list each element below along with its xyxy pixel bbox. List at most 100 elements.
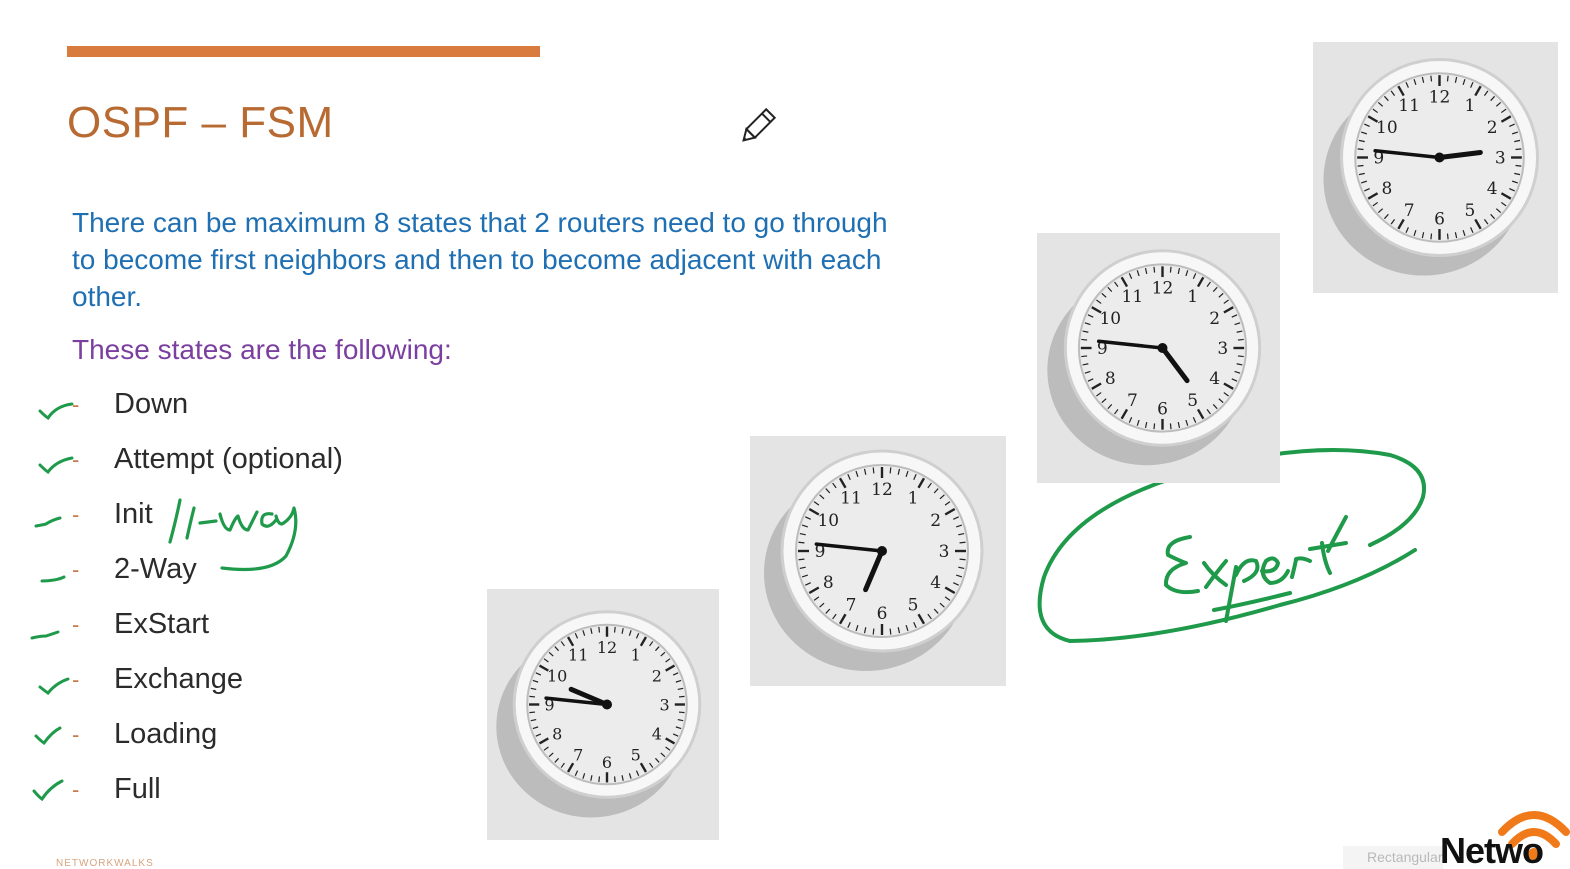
list-item: - ExStart [0, 600, 420, 650]
intro-text: There can be maximum 8 states that 2 rou… [72, 207, 888, 312]
state-label: Loading [114, 718, 218, 750]
clock-tick [678, 711, 685, 714]
tooltip: Rectangular [1343, 846, 1443, 869]
clock-numeral: 11 [840, 488, 862, 508]
clock-tick [1153, 423, 1156, 430]
clock-numeral: 10 [1376, 118, 1398, 138]
clock-tick [1237, 355, 1244, 358]
clock-photo-4: 12 1 2 3 4 5 6 7 8 9 10 11 [1313, 42, 1558, 293]
clock-numeral: 6 [1434, 209, 1445, 229]
clock-numeral: 7 [846, 596, 857, 616]
clock-numeral: 12 [871, 480, 893, 500]
clock-numeral: 10 [1099, 309, 1121, 329]
bullet-dash: - [72, 722, 80, 747]
clock-photo-1: 12 1 2 3 4 5 6 7 8 9 10 11 [487, 589, 719, 840]
clock-pin [877, 546, 887, 556]
clock-numeral: 1 [631, 646, 641, 665]
clock-tick [1237, 338, 1244, 341]
clock-numeral: 5 [1464, 201, 1475, 221]
clock-numeral: 8 [823, 573, 834, 593]
clock-numeral: 7 [573, 745, 583, 764]
clock-tick [598, 626, 601, 633]
clock-tick [613, 626, 616, 633]
clock-tick [889, 628, 892, 635]
footer-text: NETWORKWALKS [56, 858, 154, 869]
clock-numeral: 2 [930, 511, 941, 531]
list-item: - Full [0, 765, 420, 815]
clock-tick [1430, 233, 1433, 240]
clock-numeral: 8 [1381, 179, 1392, 199]
clock-tick [872, 467, 875, 474]
clock-numeral: 2 [1487, 118, 1498, 138]
clock-tick [1430, 75, 1433, 82]
clock-tick [1515, 148, 1522, 151]
clock-tick [798, 558, 805, 561]
clock-numeral: 4 [1209, 369, 1220, 389]
clock-tick [1446, 75, 1449, 82]
clock-tick [889, 467, 892, 474]
clock-numeral: 3 [659, 696, 669, 715]
clock-numeral: 1 [1187, 287, 1198, 307]
accent-bar [67, 46, 540, 57]
clock-numeral: 3 [1495, 149, 1506, 169]
clock-tick [529, 695, 536, 698]
wall-clock-1: 12 1234567891011 [496, 610, 702, 818]
brand-name: Netwo [1440, 830, 1544, 869]
clock-pin [602, 699, 612, 710]
state-label: Attempt (optional) [114, 443, 343, 475]
clock-tick [1153, 266, 1156, 273]
state-label: Init [114, 498, 153, 530]
clock-numeral: 7 [1127, 391, 1138, 411]
clock-tick [1357, 148, 1364, 151]
clock-numeral: 6 [602, 753, 612, 772]
wall-clock-4: 12 1234567891011 [1323, 58, 1539, 276]
clock-numeral: 5 [908, 596, 919, 616]
clock-pin [1157, 343, 1168, 353]
pencil-cursor-icon [742, 107, 777, 142]
list-item: - Down [0, 380, 420, 430]
clock-tick [798, 541, 805, 544]
clock-numeral: 12 [1429, 88, 1451, 108]
clock-tick [1169, 423, 1172, 430]
clock-numeral: 11 [1398, 96, 1420, 116]
clock-numeral: 10 [547, 667, 567, 686]
clock-numeral: 5 [631, 745, 641, 764]
clock-numeral: 12 [597, 638, 617, 657]
clock-tick [1515, 164, 1522, 167]
clock-tick [1357, 164, 1364, 167]
clock-tick [1081, 355, 1088, 358]
wall-clock-2: 12 1234567891011 [764, 449, 984, 671]
clock-numeral: 6 [1157, 399, 1168, 419]
bullet-dash: - [72, 667, 80, 692]
clock-numeral: 6 [877, 604, 888, 624]
bullet-dash: - [72, 392, 80, 417]
list-item: - Loading [0, 710, 420, 760]
lead-text: These states are the following: [72, 334, 452, 365]
slide-title: OSPF – FSM [67, 98, 334, 147]
clock-numeral: 12 [1152, 279, 1174, 299]
clock-numeral: 4 [930, 573, 941, 593]
wall-clock-3: 12 1234567891011 [1047, 249, 1262, 466]
clock-tick [959, 558, 966, 561]
clock-numeral: 7 [1404, 201, 1415, 221]
bullet-dash: - [72, 447, 80, 472]
clock-numeral: 3 [939, 542, 950, 562]
clock-numeral: 3 [1217, 339, 1228, 359]
bullet-dash: - [72, 777, 80, 802]
clock-numeral: 8 [1105, 369, 1116, 389]
clock-numeral: 11 [1122, 287, 1144, 307]
clock-tick [1446, 233, 1449, 240]
clock-tick [959, 541, 966, 544]
clock-numeral: 2 [652, 667, 662, 686]
clock-numeral: 5 [1187, 391, 1198, 411]
clock-numeral: 11 [568, 646, 588, 665]
bullet-dash: - [72, 502, 80, 527]
clock-numeral: 8 [552, 724, 562, 743]
tooltip-text: Rectangular [1367, 849, 1443, 865]
state-label: Exchange [114, 663, 243, 695]
clock-tick [872, 628, 875, 635]
clock-numeral: 2 [1209, 309, 1220, 329]
clock-tick [598, 776, 601, 783]
state-label: Down [114, 388, 189, 420]
clock-pin [1434, 152, 1445, 163]
